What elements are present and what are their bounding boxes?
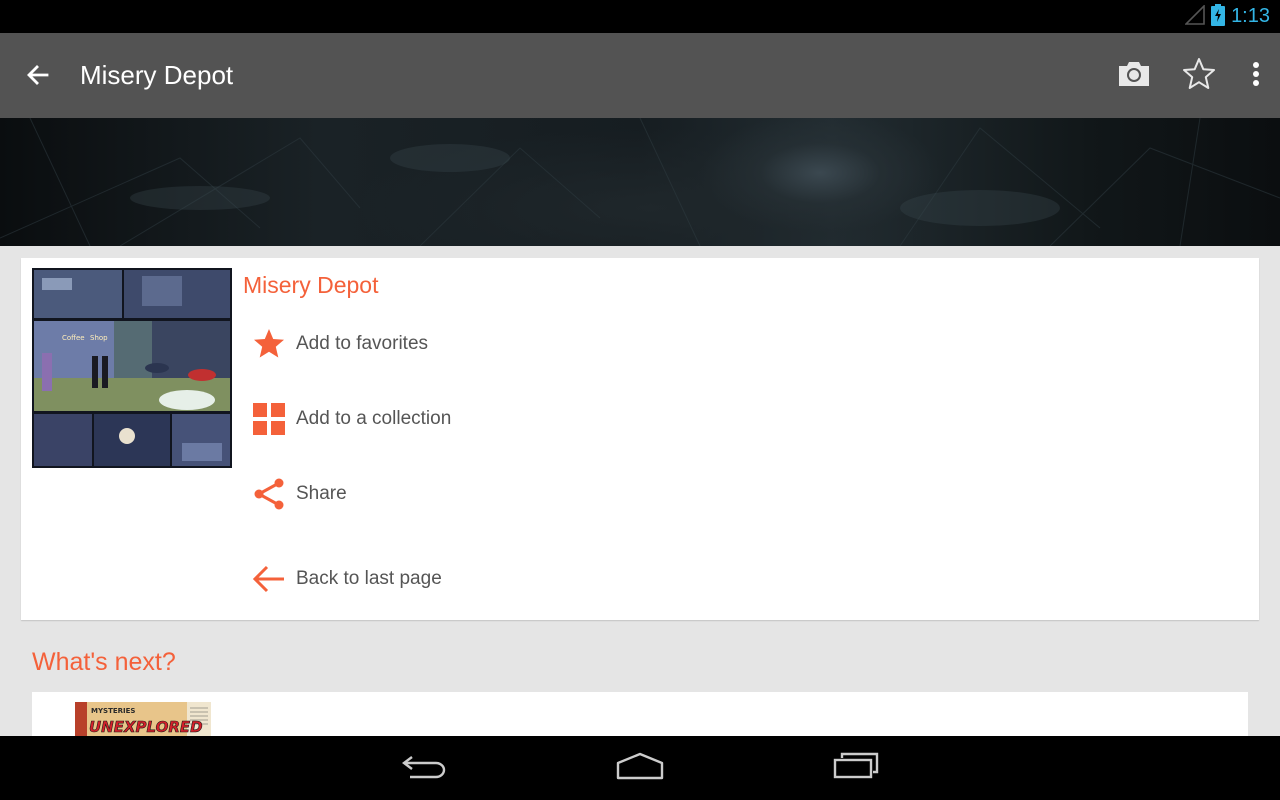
status-time: 1:13 bbox=[1231, 5, 1270, 27]
overflow-menu-icon bbox=[1252, 61, 1260, 91]
menu-item-label: Add to favorites bbox=[296, 333, 429, 354]
next-comic-cover-text-main: UNEXPLORED bbox=[89, 718, 203, 736]
share-button[interactable]: Share bbox=[249, 474, 347, 514]
comic-title: Misery Depot bbox=[243, 272, 379, 298]
home-nav-icon bbox=[615, 752, 665, 784]
battery-charging-icon bbox=[1211, 3, 1226, 30]
share-icon bbox=[249, 474, 289, 514]
grid-icon bbox=[249, 399, 289, 439]
add-to-favorites-button[interactable]: Add to favorites bbox=[249, 324, 428, 364]
back-to-last-page-button[interactable]: Back to last page bbox=[249, 559, 442, 599]
menu-item-label: Share bbox=[296, 483, 347, 504]
favorite-button[interactable] bbox=[1178, 55, 1220, 97]
arrow-left-icon bbox=[249, 559, 289, 599]
camera-icon bbox=[1117, 60, 1151, 92]
recents-nav-icon bbox=[832, 752, 880, 784]
nav-recents-button[interactable] bbox=[826, 748, 886, 788]
signal-icon bbox=[1184, 3, 1205, 29]
star-outline-icon bbox=[1181, 56, 1217, 96]
nav-home-button[interactable] bbox=[610, 748, 670, 788]
arrow-back-icon bbox=[25, 62, 51, 92]
back-nav-icon bbox=[400, 751, 448, 785]
overflow-menu-button[interactable] bbox=[1236, 55, 1276, 97]
star-icon bbox=[249, 324, 289, 364]
app-bar: Misery Depot bbox=[0, 33, 1280, 118]
menu-item-label: Back to last page bbox=[296, 568, 442, 589]
next-comic-cover-text-top: MYSTERIES bbox=[91, 707, 135, 715]
comic-cover-thumbnail[interactable]: Coffee Shop bbox=[32, 268, 232, 468]
whats-next-heading: What's next? bbox=[32, 648, 176, 676]
menu-item-label: Add to a collection bbox=[296, 408, 452, 429]
hero-banner-image bbox=[0, 118, 1280, 246]
svg-text:Coffee: Coffee bbox=[62, 334, 85, 342]
system-navigation-bar bbox=[0, 736, 1280, 800]
comic-detail-card: Coffee Shop Misery Depot Add to favorite… bbox=[21, 258, 1259, 620]
camera-button[interactable] bbox=[1113, 55, 1155, 97]
add-to-collection-button[interactable]: Add to a collection bbox=[249, 399, 451, 439]
svg-text:Shop: Shop bbox=[90, 334, 108, 342]
page-title: Misery Depot bbox=[80, 60, 234, 90]
back-button[interactable] bbox=[18, 57, 58, 97]
nav-back-button[interactable] bbox=[394, 748, 454, 788]
status-bar: 1:13 bbox=[0, 0, 1280, 33]
